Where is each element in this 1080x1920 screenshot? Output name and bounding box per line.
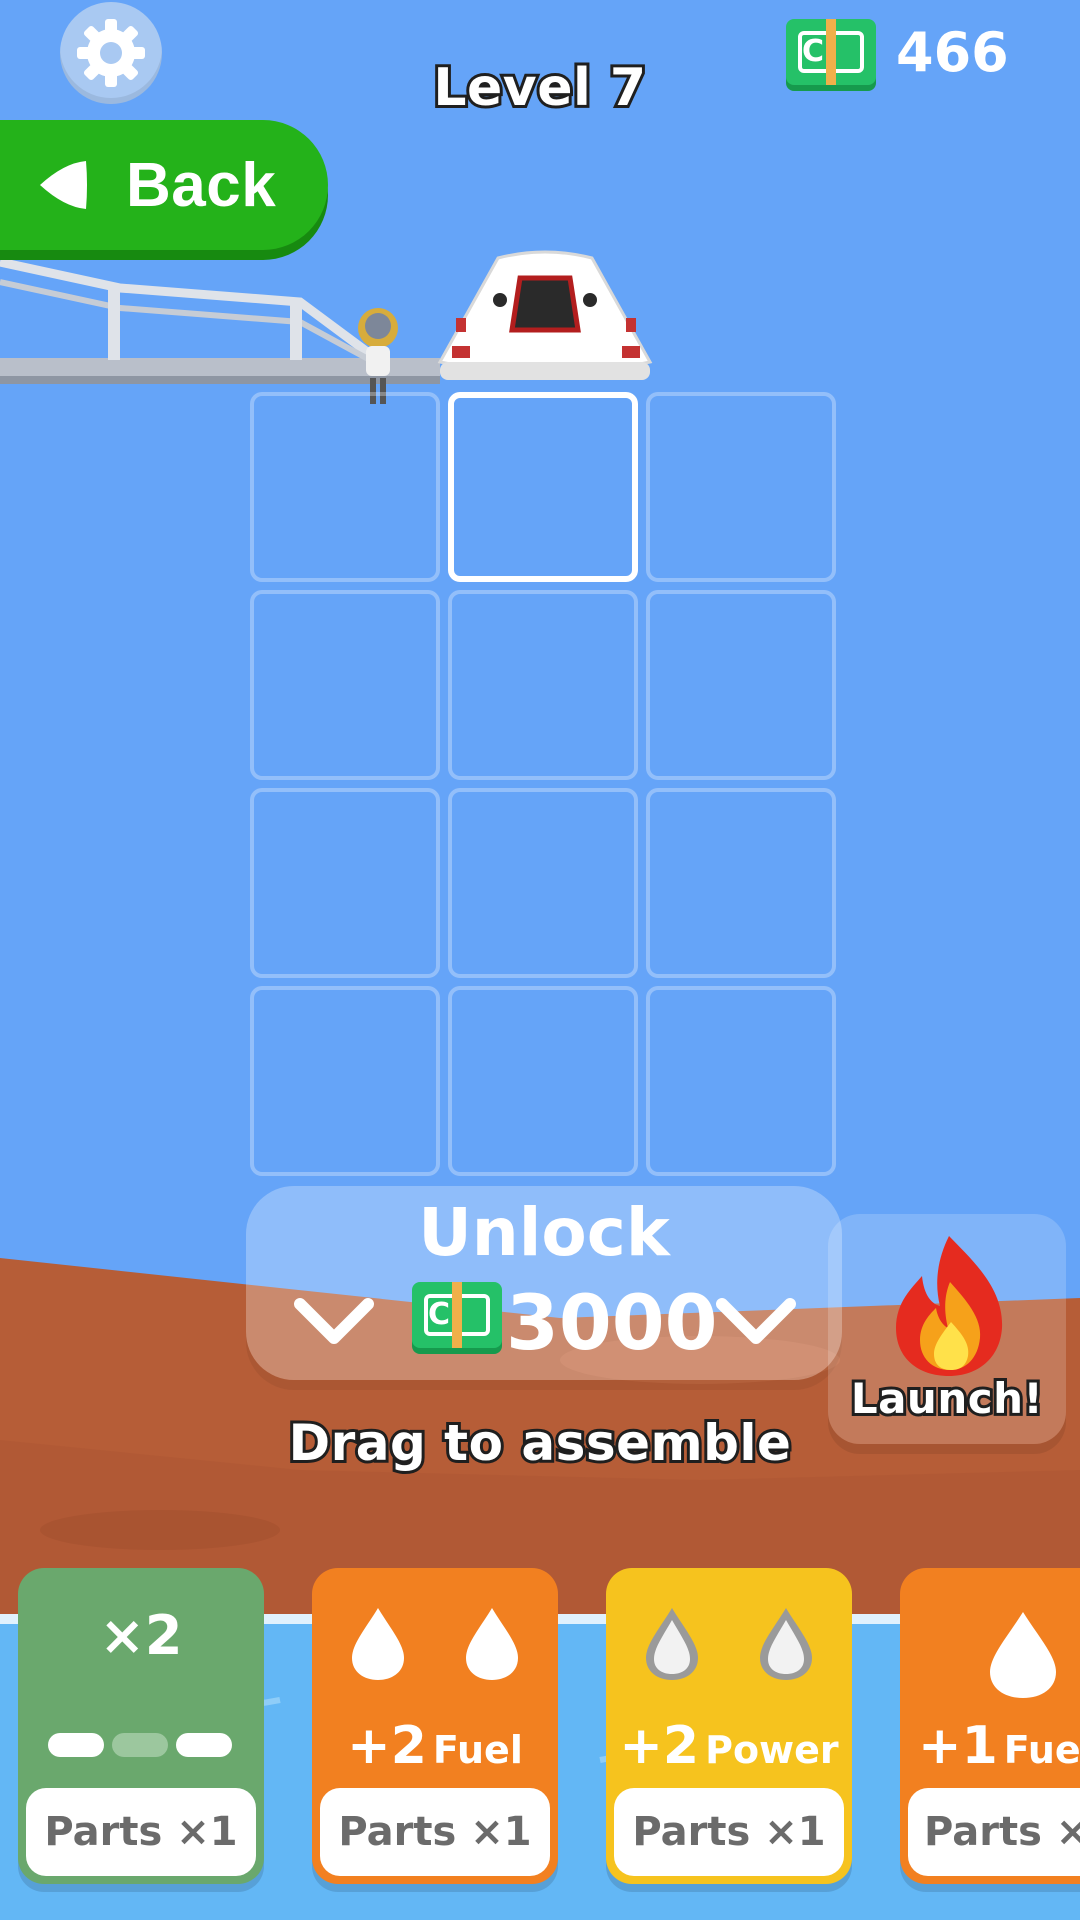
back-arrow-icon [40, 161, 87, 209]
card-bonus-label: Power [705, 1728, 839, 1772]
cash-counter: C 466 [786, 12, 1009, 92]
launch-button[interactable]: Launch! [828, 1214, 1066, 1444]
grid-cell[interactable] [646, 788, 836, 978]
back-button-label: Back [126, 150, 277, 220]
grid-cell[interactable] [250, 392, 440, 582]
grid-cell[interactable] [646, 590, 836, 780]
progress-dots-icon [48, 1733, 232, 1757]
fuel-drop-icon [466, 1608, 518, 1680]
grid-cell-active[interactable] [448, 392, 638, 582]
grid-cell[interactable] [448, 590, 638, 780]
card-footer: Parts ×1 [320, 1788, 550, 1876]
card-bonus-amount: +1 [918, 1716, 998, 1776]
card-bonus: +2 Fuel [312, 1716, 558, 1776]
card-bonus-amount: +2 [347, 1716, 427, 1776]
game-screen: Level 7 C 466 Back Unlock C 3000 Launch!… [0, 0, 1080, 1920]
cash-icon: C [786, 19, 876, 85]
grid-cell[interactable] [646, 392, 836, 582]
part-card[interactable]: +2 Fuel Parts ×1 [312, 1568, 558, 1884]
fuel-drop-icon [352, 1608, 404, 1680]
cash-amount: 466 [896, 20, 1009, 84]
chevron-down-icon [294, 1298, 374, 1344]
power-drop-icon [760, 1608, 812, 1680]
chevron-down-icon [716, 1298, 796, 1344]
unlock-button[interactable]: Unlock C 3000 [246, 1186, 842, 1380]
power-drop-icon [646, 1608, 698, 1680]
unlock-price: 3000 [506, 1278, 718, 1367]
part-card[interactable]: +1 Fue Parts × [900, 1568, 1080, 1884]
grid-cell[interactable] [250, 788, 440, 978]
grid-cell[interactable] [250, 590, 440, 780]
grid-cell[interactable] [448, 788, 638, 978]
hint-text: Drag to assemble [286, 1411, 794, 1475]
part-card[interactable]: ×2 Parts ×1 [18, 1568, 264, 1884]
card-footer: Parts ×1 [26, 1788, 256, 1876]
cash-symbol: C [802, 34, 825, 69]
card-footer: Parts × [908, 1788, 1080, 1876]
cash-symbol: C [428, 1297, 451, 1332]
card-bonus: +1 Fue [918, 1716, 1080, 1776]
grid-cell[interactable] [250, 986, 440, 1176]
grid-cell[interactable] [646, 986, 836, 1176]
unlock-title: Unlock [418, 1194, 670, 1271]
part-card[interactable]: +2 Power Parts ×1 [606, 1568, 852, 1884]
grid-cell[interactable] [448, 986, 638, 1176]
back-button[interactable]: Back [0, 120, 328, 250]
card-bonus: +2 Power [606, 1716, 852, 1776]
card-title: ×2 [99, 1604, 183, 1667]
flame-icon [896, 1236, 1003, 1376]
card-bonus-label: Fuel [432, 1728, 523, 1772]
card-footer: Parts ×1 [614, 1788, 844, 1876]
card-bonus-label: Fue [1003, 1728, 1080, 1772]
fuel-drop-icon [990, 1612, 1056, 1698]
card-bonus-amount: +2 [619, 1716, 700, 1776]
cash-icon: C [412, 1282, 502, 1348]
